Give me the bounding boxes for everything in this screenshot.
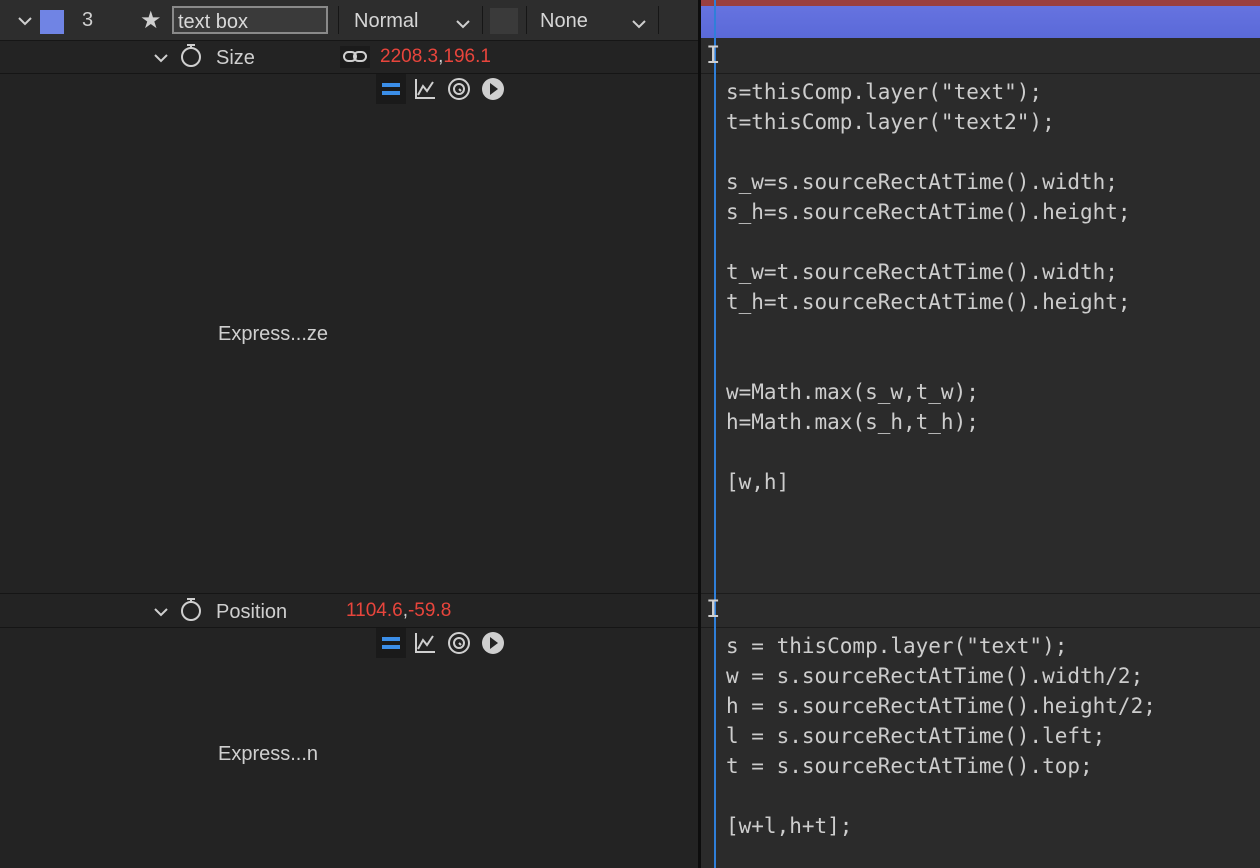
property-name-size: Size <box>216 47 255 69</box>
layer-name-input[interactable]: text box <box>172 6 328 34</box>
column-divider <box>658 6 659 34</box>
row-divider <box>0 593 698 594</box>
layer-duration-bar[interactable] <box>701 6 1260 38</box>
expression-label-position: Express...n <box>218 743 319 765</box>
row-divider <box>701 593 1260 594</box>
expression-controls-size <box>376 74 506 105</box>
language-menu-icon[interactable] <box>481 77 505 106</box>
layer-row[interactable]: 3 ★ text box Normal None <box>0 0 698 41</box>
layer-panel: 3 ★ text box Normal None Size 2208.3,196… <box>0 0 698 868</box>
stopwatch-icon[interactable] <box>180 43 202 67</box>
size-value[interactable]: 2208.3,196.1 <box>380 46 491 68</box>
graph-icon[interactable] <box>414 632 436 659</box>
row-divider <box>701 73 1260 74</box>
text-cursor-icon: I <box>706 595 721 623</box>
preserve-transparency-toggle[interactable] <box>490 8 518 34</box>
blend-mode-value: Normal <box>354 10 419 32</box>
column-divider <box>482 6 483 34</box>
layer-label-color[interactable] <box>40 10 64 34</box>
star-icon[interactable]: ★ <box>140 6 162 35</box>
expression-editor-size[interactable]: s=thisComp.layer("text"); t=thisComp.lay… <box>726 77 1131 497</box>
column-divider <box>338 6 339 34</box>
position-value[interactable]: 1104.6,-59.8 <box>346 600 451 622</box>
link-icon[interactable] <box>340 46 370 68</box>
track-matte-dropdown[interactable]: None <box>540 8 652 34</box>
chevron-down-icon[interactable] <box>154 605 168 619</box>
chevron-down-icon <box>632 12 646 38</box>
size-value-width[interactable]: 2208.3 <box>380 46 438 67</box>
expression-controls-position <box>376 628 506 659</box>
pickwhip-icon[interactable] <box>447 77 471 106</box>
chevron-down-icon <box>456 12 470 38</box>
row-divider <box>0 73 698 74</box>
position-value-x[interactable]: 1104.6 <box>346 600 403 621</box>
row-divider <box>701 627 1260 628</box>
position-value-y[interactable]: -59.8 <box>408 600 451 621</box>
size-value-height[interactable]: 196.1 <box>443 46 491 67</box>
expression-editor-position[interactable]: s = thisComp.layer("text"); w = s.source… <box>726 631 1156 841</box>
blend-mode-dropdown[interactable]: Normal <box>354 8 474 34</box>
chevron-down-icon[interactable] <box>154 51 168 65</box>
property-name-position: Position <box>216 601 288 623</box>
text-cursor-icon: I <box>706 41 721 69</box>
expression-enable-icon[interactable] <box>376 74 406 104</box>
current-time-indicator[interactable] <box>714 0 716 868</box>
row-divider <box>0 627 698 628</box>
track-matte-value: None <box>540 10 588 32</box>
expression-label-size: Express...ze <box>218 323 329 345</box>
layer-number: 3 <box>82 9 94 31</box>
stopwatch-icon[interactable] <box>180 597 202 621</box>
chevron-down-icon[interactable] <box>18 14 32 28</box>
graph-icon[interactable] <box>414 78 436 105</box>
expression-enable-icon[interactable] <box>376 628 406 658</box>
language-menu-icon[interactable] <box>481 631 505 660</box>
column-divider <box>526 6 527 34</box>
pickwhip-icon[interactable] <box>447 631 471 660</box>
